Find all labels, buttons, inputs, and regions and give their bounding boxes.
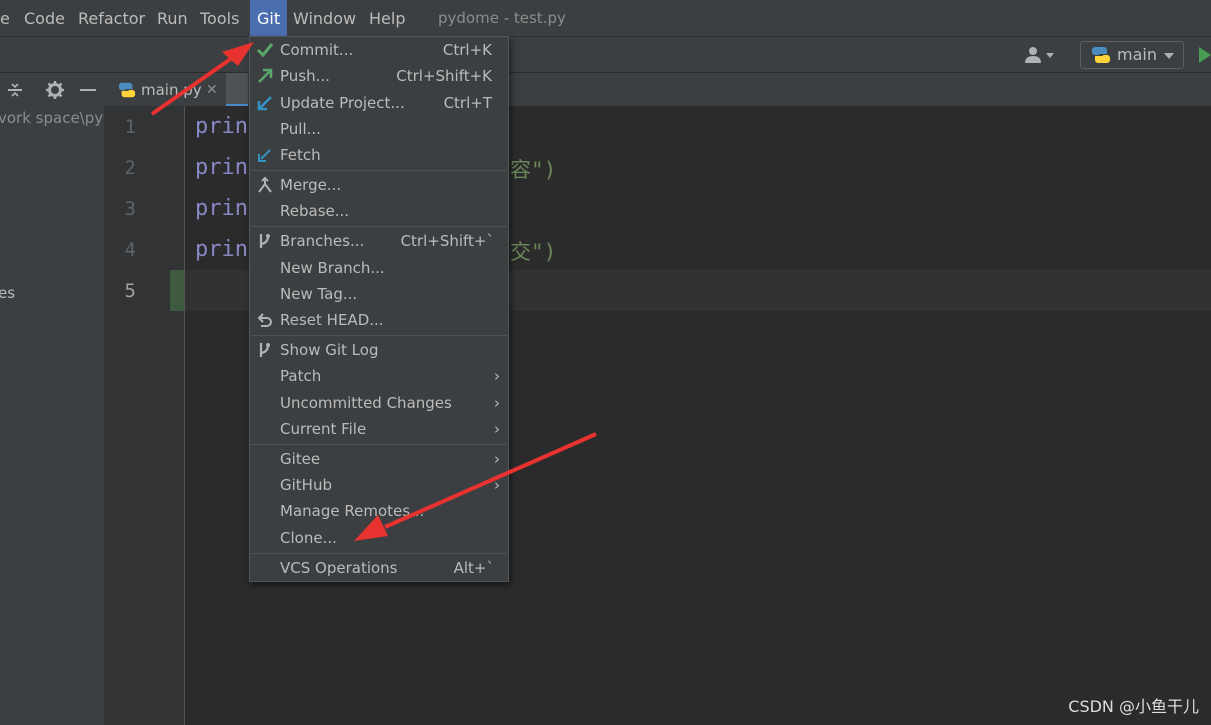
annotation-arrows [150, 42, 597, 541]
arrow-to-git-menu [150, 42, 254, 116]
arrow-to-clone [354, 432, 597, 541]
watermark: CSDN @小鱼干儿 [1068, 697, 1199, 716]
